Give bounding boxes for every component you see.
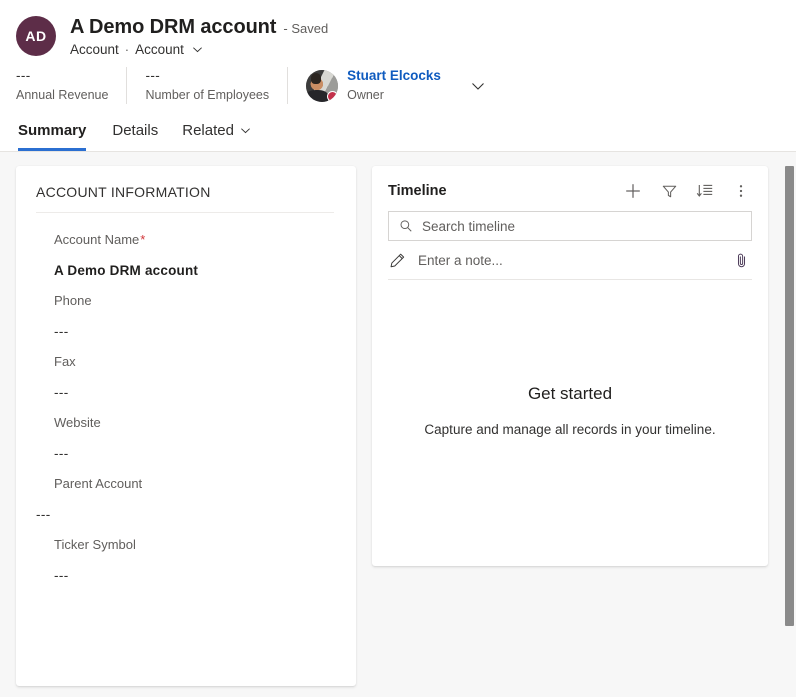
empty-state-title: Get started — [527, 383, 613, 403]
field-phone: Phone --- — [36, 280, 334, 341]
field-label: Website — [54, 415, 101, 430]
owner-text: Stuart Elcocks Owner — [347, 67, 441, 104]
account-form-page: AD A Demo DRM account - Saved Account · … — [0, 0, 796, 697]
breadcrumb: Account · Account — [70, 42, 328, 57]
chevron-down-icon[interactable] — [192, 44, 203, 55]
field-value[interactable]: A Demo DRM account — [54, 262, 334, 280]
owner-field: Stuart Elcocks Owner — [287, 67, 486, 104]
field-label: Ticker Symbol — [54, 537, 136, 552]
tab-label: Summary — [18, 122, 87, 139]
breadcrumb-form[interactable]: Account — [135, 42, 184, 57]
field-fax: Fax --- — [36, 341, 334, 402]
account-information-card: ACCOUNT INFORMATION Account Name* A Demo… — [16, 166, 356, 686]
save-status-text: - Saved — [283, 21, 329, 36]
stat-value: --- — [145, 68, 161, 83]
stat-label: Number of Employees — [145, 88, 270, 102]
field-ticker-symbol: Ticker Symbol --- — [36, 524, 334, 585]
stat-value: --- — [16, 68, 31, 83]
page-title: A Demo DRM account — [70, 16, 277, 38]
timeline-toolbar — [622, 180, 752, 202]
field-value[interactable]: --- — [54, 445, 334, 463]
owner-name-link[interactable]: Stuart Elcocks — [347, 67, 441, 85]
owner-photo-shoulder — [306, 89, 328, 102]
field-label: Account Name* — [54, 231, 334, 249]
more-commands-icon[interactable] — [730, 180, 752, 202]
field-label: Phone — [54, 293, 92, 308]
record-header: AD A Demo DRM account - Saved Account · … — [0, 0, 796, 152]
timeline-card: Timeline Search timeline Enter a note...… — [372, 166, 768, 566]
tab-label: Details — [112, 122, 159, 139]
record-avatar: AD — [16, 16, 56, 56]
tab-related[interactable]: Related — [170, 116, 263, 151]
presence-busy-icon — [327, 90, 339, 102]
owner-role-label: Owner — [347, 88, 384, 102]
timeline-header: Timeline — [388, 180, 752, 211]
breadcrumb-entity: Account — [70, 42, 119, 57]
breadcrumb-separator: · — [124, 42, 130, 57]
title-row: A Demo DRM account - Saved — [70, 14, 328, 40]
sort-icon[interactable] — [694, 180, 716, 202]
enter-note-row[interactable]: Enter a note... — [388, 241, 752, 280]
page-scrollbar-thumb[interactable] — [785, 166, 794, 626]
stat-label: Annual Revenue — [16, 88, 109, 102]
field-label: Parent Account — [54, 476, 143, 491]
timeline-title: Timeline — [388, 183, 447, 199]
field-website: Website --- — [36, 402, 334, 463]
filter-icon[interactable] — [658, 180, 680, 202]
record-header-top: AD A Demo DRM account - Saved Account · … — [0, 10, 796, 57]
tab-label: Related — [182, 122, 234, 139]
header-expand-chevron-down-icon[interactable] — [470, 78, 486, 94]
stat-annual-revenue: --- Annual Revenue — [16, 67, 126, 104]
search-icon — [399, 219, 413, 233]
field-value[interactable]: --- — [54, 323, 334, 341]
timeline-empty-state: Get started Capture and manage all recor… — [388, 280, 752, 566]
owner-photo-head — [310, 73, 322, 84]
empty-state-subtitle: Capture and manage all records in your t… — [424, 421, 716, 437]
tab-summary[interactable]: Summary — [18, 116, 100, 151]
search-timeline-input[interactable]: Search timeline — [388, 211, 752, 241]
header-stats-bar: --- Annual Revenue --- Number of Employe… — [0, 57, 796, 114]
create-timeline-record-icon[interactable] — [622, 180, 644, 202]
stat-number-of-employees: --- Number of Employees — [126, 67, 287, 104]
note-placeholder: Enter a note... — [418, 253, 503, 268]
tab-details[interactable]: Details — [100, 116, 170, 151]
field-value[interactable]: --- — [54, 567, 334, 585]
required-indicator-icon: * — [140, 232, 146, 247]
page-scrollbar[interactable] — [780, 152, 796, 697]
pencil-icon — [389, 252, 406, 269]
avatar — [306, 69, 339, 102]
form-canvas: ACCOUNT INFORMATION Account Name* A Demo… — [0, 152, 796, 697]
record-avatar-initials: AD — [25, 28, 47, 44]
field-label-text: Account Name — [54, 232, 140, 247]
attachment-icon[interactable] — [733, 252, 750, 269]
search-placeholder: Search timeline — [422, 218, 516, 234]
chevron-down-icon[interactable] — [240, 125, 251, 136]
form-tab-list: Summary Details Related — [0, 114, 796, 152]
field-parent-account: Parent Account --- — [36, 463, 334, 524]
field-value[interactable]: --- — [54, 384, 334, 402]
field-label: Fax — [54, 354, 76, 369]
field-value[interactable]: --- — [36, 506, 334, 524]
field-account-name: Account Name* A Demo DRM account — [36, 219, 334, 280]
section-header-account-information: ACCOUNT INFORMATION — [36, 184, 334, 213]
record-title-group: A Demo DRM account - Saved Account · Acc… — [70, 14, 328, 57]
